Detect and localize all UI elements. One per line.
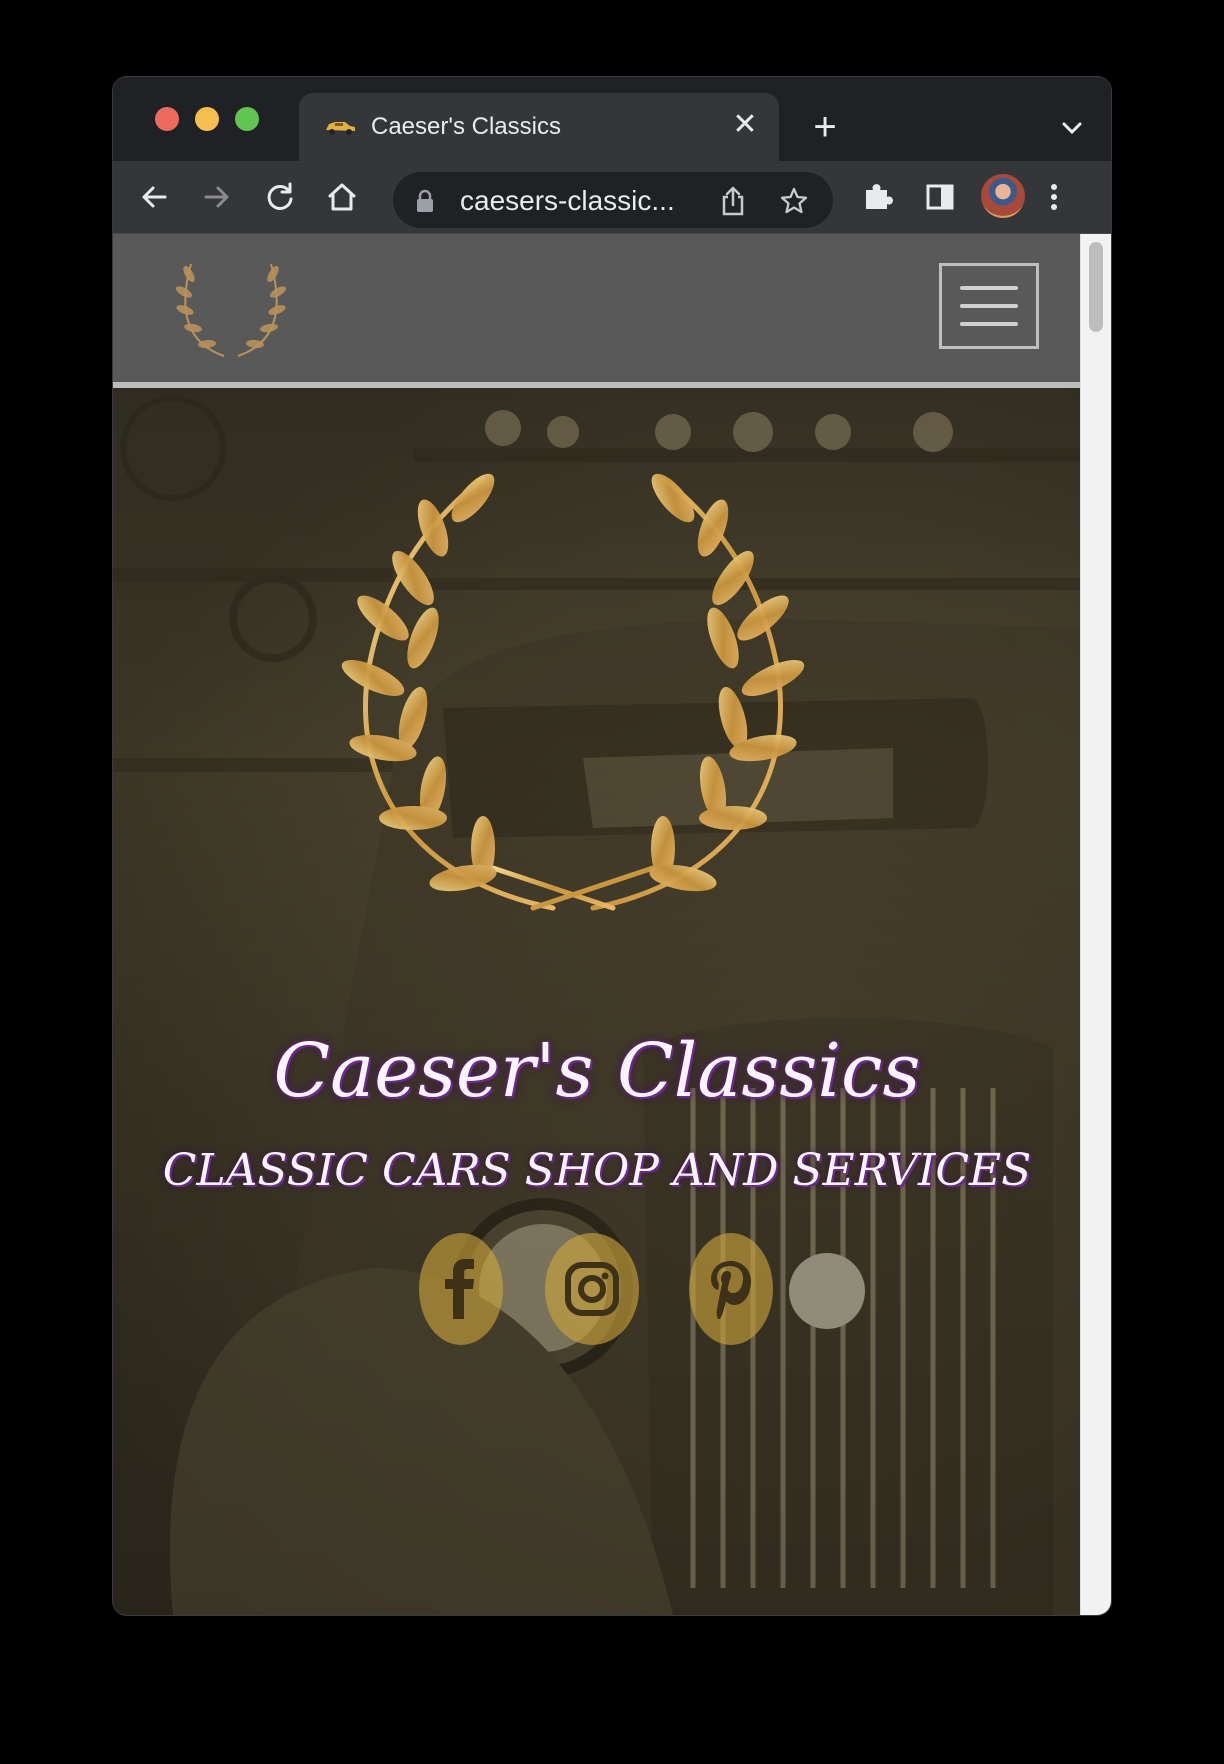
close-window-button[interactable]	[155, 107, 179, 131]
instagram-icon	[565, 1262, 619, 1316]
hamburger-line	[960, 304, 1018, 308]
hamburger-menu-button[interactable]	[939, 263, 1039, 349]
address-bar[interactable]: caesers-classic...	[393, 172, 833, 228]
kebab-menu-icon[interactable]	[1035, 178, 1073, 216]
hero-subtitle: CLASSIC CARS SHOP AND SERVICES	[162, 1145, 1032, 1196]
pinterest-link[interactable]	[689, 1233, 773, 1345]
facebook-link[interactable]	[419, 1233, 503, 1345]
window-controls	[155, 107, 259, 131]
car-favicon-icon	[326, 122, 355, 135]
profile-avatar[interactable]	[981, 174, 1025, 218]
browser-toolbar: caesers-classic...	[113, 161, 1111, 234]
hamburger-line	[960, 286, 1018, 290]
page-scrollbar[interactable]	[1080, 234, 1111, 1615]
hamburger-line	[960, 322, 1018, 326]
page-viewport: Caeser's Classics CLASSIC CARS SHOP AND …	[113, 234, 1111, 1615]
site-header	[113, 234, 1081, 388]
puzzle-icon[interactable]	[859, 178, 897, 216]
facebook-icon	[445, 1259, 474, 1319]
hero-section: Caeser's Classics CLASSIC CARS SHOP AND …	[113, 388, 1081, 1615]
url-text[interactable]: caesers-classic...	[460, 185, 710, 217]
scrollbar-thumb[interactable]	[1089, 242, 1103, 332]
side-panel-icon[interactable]	[921, 178, 959, 216]
tab-strip: Caeser's Classics ✕ +	[113, 77, 1111, 161]
zoom-window-button[interactable]	[235, 107, 259, 131]
laurel-logo-icon[interactable]	[169, 254, 293, 362]
pinterest-icon	[711, 1261, 751, 1319]
minimize-window-button[interactable]	[195, 107, 219, 131]
instagram-link[interactable]	[545, 1233, 639, 1345]
hero-title: Caeser's Classics	[273, 1028, 921, 1114]
tab-close-icon[interactable]: ✕	[729, 109, 761, 141]
share-icon[interactable]	[719, 186, 747, 216]
tab-title: Caeser's Classics	[371, 113, 561, 140]
lock-icon[interactable]	[415, 189, 435, 213]
browser-window: Caeser's Classics ✕ + caesers-classic...	[113, 77, 1111, 1615]
laurel-wreath-icon	[341, 473, 805, 911]
arrow-left-icon[interactable]	[135, 178, 173, 216]
arrow-right-icon[interactable]	[198, 178, 236, 216]
new-tab-button[interactable]: +	[805, 107, 845, 147]
chevron-down-icon[interactable]	[1055, 111, 1089, 145]
tab-active[interactable]: Caeser's Classics ✕	[299, 93, 779, 161]
home-icon[interactable]	[323, 178, 361, 216]
reload-icon[interactable]	[261, 178, 299, 216]
star-icon[interactable]	[779, 186, 809, 216]
